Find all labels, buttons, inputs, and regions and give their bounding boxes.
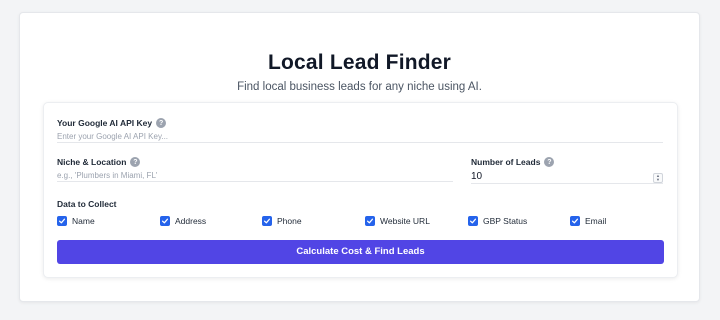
help-icon[interactable]: ? bbox=[544, 157, 555, 167]
checkbox-name[interactable]: Name bbox=[57, 216, 95, 226]
niche-location-label-text: Niche & Location bbox=[57, 157, 127, 167]
checkbox-label: Email bbox=[585, 216, 607, 226]
checkbox-checked-icon[interactable] bbox=[57, 216, 67, 226]
checkbox-label: Website URL bbox=[380, 216, 430, 226]
number-of-leads-input[interactable]: 10 bbox=[471, 170, 663, 184]
checkbox-email[interactable]: Email bbox=[570, 216, 606, 226]
checkbox-checked-icon[interactable] bbox=[570, 216, 580, 226]
api-key-label-text: Your Google AI API Key bbox=[57, 118, 153, 128]
lead-form: Your Google AI API Key ? Niche & Locatio… bbox=[43, 102, 678, 278]
checkbox-checked-icon[interactable] bbox=[365, 216, 375, 226]
checkbox-label: Name bbox=[72, 216, 95, 226]
page-title: Local Lead Finder bbox=[267, 51, 452, 74]
checkbox-checked-icon[interactable] bbox=[262, 216, 272, 226]
data-to-collect-label-text: Data to Collect bbox=[57, 199, 117, 209]
calculate-find-leads-button[interactable]: Calculate Cost & Find Leads bbox=[57, 240, 664, 264]
data-to-collect-label: Data to Collect bbox=[57, 199, 117, 209]
page-subtitle: Find local business leads for any niche … bbox=[237, 81, 482, 93]
checkbox-label: GBP Status bbox=[483, 216, 528, 226]
help-icon[interactable]: ? bbox=[130, 157, 141, 167]
niche-location-label: Niche & Location ? bbox=[57, 157, 141, 167]
checkbox-label: Phone bbox=[277, 216, 302, 226]
checkbox-gbp-status[interactable]: GBP Status bbox=[468, 216, 527, 226]
number-of-leads-label: Number of Leads ? bbox=[471, 157, 555, 167]
help-icon[interactable]: ? bbox=[156, 118, 167, 128]
number-of-leads-value: 10 bbox=[471, 171, 483, 182]
niche-location-input[interactable] bbox=[57, 170, 453, 182]
stepper-down-icon[interactable]: ▼ bbox=[656, 178, 660, 182]
api-key-label: Your Google AI API Key ? bbox=[57, 118, 167, 128]
number-of-leads-label-text: Number of Leads bbox=[471, 157, 541, 167]
checkbox-checked-icon[interactable] bbox=[468, 216, 478, 226]
checkbox-website-url[interactable]: Website URL bbox=[365, 216, 430, 226]
api-key-input[interactable] bbox=[57, 131, 663, 143]
checkbox-label: Address bbox=[175, 216, 207, 226]
checkbox-address[interactable]: Address bbox=[160, 216, 206, 226]
checkbox-checked-icon[interactable] bbox=[160, 216, 170, 226]
checkbox-phone[interactable]: Phone bbox=[262, 216, 302, 226]
number-stepper[interactable]: ▲ ▼ bbox=[653, 173, 663, 183]
